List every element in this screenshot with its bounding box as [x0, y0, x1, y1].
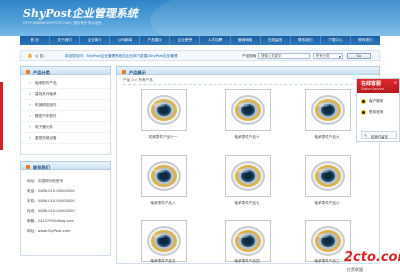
contact-title: 联系我们	[33, 164, 50, 170]
bearing-icon	[147, 95, 181, 125]
product-name[interactable]: 轴承零件产品六	[292, 201, 362, 206]
nav-item-about[interactable]: 关于我们	[50, 36, 81, 45]
bearing-icon	[147, 161, 181, 191]
product-panel-header: 产品展示	[116, 66, 380, 75]
search-input[interactable]: 请输入关键字	[258, 53, 310, 59]
notice-label: 公 告：	[35, 54, 47, 58]
site-slogan: HTTP://WWW.SHYPOST.COM | 团为专业·所以出色	[23, 21, 102, 25]
notice-marquee[interactable]: 欢迎您访问：ShyPost企业管理系统办企业网飞发展(ShyPost企业管理	[65, 54, 177, 59]
sidebar: 产品分类 轴承配件产品 直线系列轴承 机械精密部件 模型汽车配件 电子器元件 重…	[20, 66, 111, 256]
product-name[interactable]: 轴承零件产品九	[292, 135, 362, 140]
contact-panel-header: 联系我们	[20, 161, 111, 170]
contact-body: 地址：中国阿尔塔西市 电话：0086-010-00000000 手机：0086-…	[20, 170, 111, 256]
service-subtitle: Online Service	[361, 87, 385, 91]
contact-fax: 传真：0086-010-00000000	[27, 209, 75, 213]
contact-website[interactable]: 网址：www.ShyPost.com	[27, 226, 110, 236]
watermark-text: 2cto.com	[344, 250, 400, 265]
nav-item-message[interactable]: 在线留言	[261, 36, 291, 45]
category-item[interactable]: 电子器元件	[21, 122, 110, 133]
leave-message-button[interactable]: ✎ 给我们留言	[361, 131, 397, 139]
product-section: 产品展示 产品 >> 所有产品 共有 11 个 机械零件产品十一 轴承零件产品十…	[116, 66, 380, 264]
product-image[interactable]	[225, 89, 271, 131]
contact-mobile: 手机：0086-010-00000000	[27, 199, 75, 203]
product-name[interactable]: 轴承零件产品四	[212, 259, 282, 264]
header-decoration	[150, 0, 400, 36]
contact-address: 地址：中国阿尔塔西市	[27, 179, 63, 183]
divider	[123, 84, 373, 85]
product-image[interactable]	[225, 155, 271, 197]
close-icon[interactable]: ×	[394, 80, 397, 85]
nav-item-honors[interactable]: 企业荣誉	[170, 36, 201, 45]
site-logo[interactable]: ShyPost企业管理系统	[23, 5, 138, 21]
service-item[interactable]: 客户服务	[357, 96, 399, 107]
product-grid: 产品 >> 所有产品 共有 11 个 机械零件产品十一 轴承零件产品十 轴承零件…	[116, 75, 380, 264]
product-image[interactable]	[305, 89, 351, 131]
nav-item-network[interactable]: 营销网络	[231, 36, 261, 45]
category-item[interactable]: 重型机械设备	[21, 133, 110, 144]
nav-item-download[interactable]: 下载中心	[321, 36, 351, 45]
chevron-down-icon: ▼	[338, 55, 341, 59]
product-image[interactable]	[141, 155, 187, 197]
product-image[interactable]	[141, 89, 187, 131]
category-panel-header: 产品分类	[20, 66, 111, 75]
main-nav: 首 页 关于我们 企业简介 公司新闻 产品展示 企业荣誉 人才招聘 营销网络 在…	[20, 36, 380, 45]
watermark: 2cto.com 红黑联盟	[344, 250, 400, 276]
search-label: 产品搜索	[242, 54, 257, 58]
bullet-icon	[26, 164, 30, 169]
category-item[interactable]: 模型汽车配件	[21, 111, 110, 122]
service-item[interactable]: 售前咨询	[357, 107, 399, 118]
category-select-value: 所有分类	[316, 54, 330, 58]
contact-panel: 联系我们 地址：中国阿尔塔西市 电话：0086-010-00000000 手机：…	[20, 161, 111, 256]
notice-search-bar: 公 告： 欢迎您访问：ShyPost企业管理系统办企业网飞发展(ShyPost企…	[20, 50, 380, 61]
online-service-widget: 在线客服 Online Service × 客户服务 售前咨询 ✎ 给我们留言	[356, 78, 400, 142]
product-image[interactable]	[305, 155, 351, 197]
category-item[interactable]: 直线系列轴承	[21, 89, 110, 100]
notice-icon	[27, 53, 33, 59]
category-item[interactable]: 轴承配件产品	[21, 78, 110, 89]
site-header: ShyPost企业管理系统 HTTP://WWW.SHYPOST.COM | 团…	[0, 0, 400, 36]
side-float-tab[interactable]	[0, 82, 3, 150]
bearing-icon	[311, 161, 345, 191]
nav-item-jobs[interactable]: 人才招聘	[200, 36, 231, 45]
category-item[interactable]: 机械精密部件	[21, 100, 110, 111]
bearing-icon	[311, 95, 345, 125]
service-header: 在线客服 Online Service ×	[357, 79, 399, 93]
nav-item-products[interactable]: 产品展示	[140, 36, 171, 45]
service-item-label: 售前咨询	[369, 110, 384, 114]
product-image[interactable]	[141, 220, 187, 262]
product-name[interactable]: 轴承零件产品八	[128, 201, 198, 206]
product-name[interactable]: 轴承零件产品五	[128, 259, 198, 264]
search-button[interactable]: Go	[347, 53, 371, 59]
contact-phone: 电话：0086-010-00000000	[27, 189, 75, 193]
product-name[interactable]: 轴承零件产品十	[212, 135, 282, 140]
breadcrumb: 产品 >> 所有产品	[123, 78, 153, 82]
category-title: 产品分类	[33, 69, 50, 75]
bearing-icon	[231, 161, 265, 191]
nav-item-profile[interactable]: 企业简介	[80, 36, 111, 45]
edit-icon: ✎	[364, 133, 368, 138]
bullet-icon	[26, 69, 30, 74]
service-title: 在线客服	[361, 81, 382, 87]
bearing-icon	[231, 226, 265, 256]
bearing-icon	[147, 226, 181, 256]
nav-item-contact-2[interactable]: 联系我们	[351, 36, 380, 45]
bearing-icon	[231, 95, 265, 125]
qq-icon	[361, 110, 366, 115]
service-item-label: 客户服务	[369, 99, 384, 103]
category-list: 轴承配件产品 直线系列轴承 机械精密部件 模型汽车配件 电子器元件 重型机械设备	[20, 75, 111, 155]
product-image[interactable]	[225, 220, 271, 262]
qq-icon	[361, 99, 366, 104]
product-name[interactable]: 机械零件产品十一	[128, 135, 198, 140]
nav-item-home[interactable]: 首 页	[20, 36, 51, 45]
watermark-subtitle: 红黑联盟	[347, 267, 363, 272]
bullet-icon	[122, 69, 126, 74]
leave-message-label: 给我们留言	[371, 135, 388, 139]
nav-item-contact[interactable]: 联系我们	[291, 36, 321, 45]
nav-item-news[interactable]: 公司新闻	[110, 36, 141, 45]
category-select[interactable]: 所有分类 ▼	[313, 53, 343, 59]
product-name[interactable]: 轴承零件产品七	[212, 201, 282, 206]
contact-email[interactable]: 邮箱：2414795048qq.com	[27, 216, 110, 226]
